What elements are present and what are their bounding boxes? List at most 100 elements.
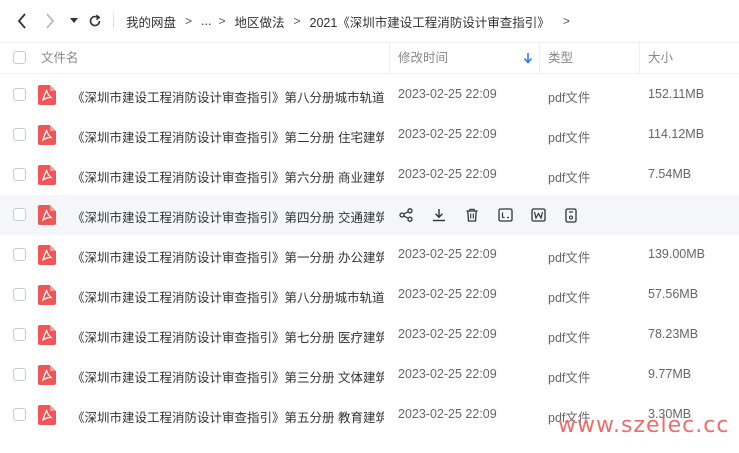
more-file-button[interactable] xyxy=(560,204,582,226)
navigation-bar: 我的网盘 > ... > 地区做法 > 2021《深圳市建设工程消防设计审查指引… xyxy=(0,0,739,42)
arrow-down-icon[interactable] xyxy=(523,52,533,64)
open-word-icon xyxy=(530,208,546,222)
modified-time: 2023-02-25 22:09 xyxy=(398,127,497,141)
column-divider[interactable] xyxy=(639,43,640,73)
file-size: 9.77MB xyxy=(648,367,692,381)
modified-time: 2023-02-25 22:09 xyxy=(398,167,497,181)
pdf-file-icon xyxy=(38,405,56,425)
chevron-left-icon xyxy=(17,13,26,29)
table-row[interactable]: 《深圳市建设工程消防设计审查指引》第六分册 商业建筑... 2023-02-25 … xyxy=(0,155,739,195)
breadcrumb-separator: > xyxy=(218,14,226,28)
modified-time: 2023-02-25 22:09 xyxy=(398,367,497,381)
select-all-checkbox[interactable] xyxy=(13,51,26,64)
column-header-type[interactable]: 类型 xyxy=(548,43,573,73)
file-name[interactable]: 《深圳市建设工程消防设计审查指引》第八分册城市轨道... xyxy=(72,87,384,106)
file-name[interactable]: 《深圳市建设工程消防设计审查指引》第四分册 交通建筑... xyxy=(72,207,384,226)
row-checkbox[interactable] xyxy=(13,368,26,381)
file-size: 152.11MB xyxy=(648,87,705,101)
file-size: 57.56MB xyxy=(648,287,699,301)
share-icon xyxy=(399,208,413,222)
file-size: 139.00MB xyxy=(648,247,705,261)
history-dropdown-button[interactable] xyxy=(64,10,84,32)
breadcrumb-separator: > xyxy=(562,14,570,28)
file-type: pdf文件 xyxy=(548,371,591,385)
pdf-file-icon xyxy=(38,245,56,265)
open-word-button[interactable] xyxy=(527,204,549,226)
breadcrumb-separator: > xyxy=(185,14,193,28)
pdf-file-icon xyxy=(38,325,56,345)
table-row[interactable]: 《深圳市建设工程消防设计审查指引》第八分册城市轨道... 2023-02-25 2… xyxy=(0,75,739,115)
caret-down-icon xyxy=(70,18,78,23)
table-header: 文件名 修改时间 类型 大小 xyxy=(0,42,739,74)
column-divider[interactable] xyxy=(539,43,540,73)
file-type: pdf文件 xyxy=(548,91,591,105)
table-row[interactable]: 《深圳市建设工程消防设计审查指引》第七分册 医疗建筑... 2023-02-25 … xyxy=(0,315,739,355)
file-name[interactable]: 《深圳市建设工程消防设计审查指引》第六分册 商业建筑... xyxy=(72,167,384,186)
pdf-file-icon xyxy=(38,205,56,225)
file-size: 7.54MB xyxy=(648,167,692,181)
delete-icon xyxy=(466,208,478,222)
row-checkbox[interactable] xyxy=(13,408,26,421)
file-name[interactable]: 《深圳市建设工程消防设计审查指引》第二分册 住宅建筑... xyxy=(72,127,384,146)
file-type: pdf文件 xyxy=(548,131,591,145)
file-name[interactable]: 《深圳市建设工程消防设计审查指引》第三分册 文体建筑... xyxy=(72,367,384,386)
modified-time: 2023-02-25 22:09 xyxy=(398,87,497,101)
row-checkbox[interactable] xyxy=(13,128,26,141)
column-header-name[interactable]: 文件名 xyxy=(41,43,79,73)
row-checkbox[interactable] xyxy=(13,288,26,301)
modified-time: 2023-02-25 22:09 xyxy=(398,327,497,341)
breadcrumb-item-home[interactable]: 我的网盘 xyxy=(126,12,176,31)
pdf-file-icon xyxy=(38,285,56,305)
table-row[interactable]: 《深圳市建设工程消防设计审查指引》第四分册 交通建筑... xyxy=(0,195,739,235)
breadcrumb-separator: > xyxy=(293,14,301,28)
open-text-button[interactable] xyxy=(494,204,516,226)
refresh-button[interactable] xyxy=(85,10,105,32)
file-size: 114.12MB xyxy=(648,127,705,141)
file-name[interactable]: 《深圳市建设工程消防设计审查指引》第五分册 教育建筑... xyxy=(72,407,384,426)
modified-time: 2023-02-25 22:09 xyxy=(398,247,497,261)
modified-time: 2023-02-25 22:09 xyxy=(398,287,497,301)
file-type: pdf文件 xyxy=(548,251,591,265)
file-type: pdf文件 xyxy=(548,291,591,305)
row-checkbox[interactable] xyxy=(13,248,26,261)
refresh-icon xyxy=(89,14,101,27)
pdf-file-icon xyxy=(38,365,56,385)
pdf-file-icon xyxy=(38,85,56,105)
pdf-file-icon xyxy=(38,125,56,145)
watermark-text: www.szelec.cc xyxy=(558,413,730,438)
column-header-size[interactable]: 大小 xyxy=(648,43,673,73)
back-button[interactable] xyxy=(12,10,32,32)
file-name[interactable]: 《深圳市建设工程消防设计审查指引》第一分册 办公建筑... xyxy=(72,247,384,266)
chevron-right-icon xyxy=(46,13,55,29)
column-header-modified[interactable]: 修改时间 xyxy=(398,43,448,73)
file-name[interactable]: 《深圳市建设工程消防设计审查指引》第七分册 医疗建筑... xyxy=(72,327,384,346)
share-button[interactable] xyxy=(395,204,417,226)
breadcrumb-item-region[interactable]: 地区做法 xyxy=(234,12,284,31)
row-actions xyxy=(395,204,593,226)
file-name[interactable]: 《深圳市建设工程消防设计审查指引》第八分册城市轨道... xyxy=(72,287,384,306)
table-row[interactable]: 《深圳市建设工程消防设计审查指引》第一分册 办公建筑... 2023-02-25 … xyxy=(0,235,739,275)
nav-divider xyxy=(113,13,114,29)
file-size: 78.23MB xyxy=(648,327,699,341)
forward-button[interactable] xyxy=(40,10,60,32)
file-type: pdf文件 xyxy=(548,331,591,345)
breadcrumb-item-current[interactable]: 2021《深圳市建设工程消防设计审查指引》 xyxy=(310,12,550,31)
open-text-icon xyxy=(497,208,513,222)
table-row[interactable]: 《深圳市建设工程消防设计审查指引》第三分册 文体建筑... 2023-02-25 … xyxy=(0,355,739,395)
row-checkbox[interactable] xyxy=(13,168,26,181)
delete-button[interactable] xyxy=(461,204,483,226)
modified-time: 2023-02-25 22:09 xyxy=(398,407,497,421)
pdf-file-icon xyxy=(38,165,56,185)
more-file-icon xyxy=(565,207,577,223)
download-icon xyxy=(433,209,445,222)
table-row[interactable]: 《深圳市建设工程消防设计审查指引》第二分册 住宅建筑... 2023-02-25 … xyxy=(0,115,739,155)
row-checkbox[interactable] xyxy=(13,208,26,221)
file-type: pdf文件 xyxy=(548,171,591,185)
breadcrumb-item-ellipsis[interactable]: ... xyxy=(201,14,211,28)
breadcrumb: 我的网盘 > ... > 地区做法 > 2021《深圳市建设工程消防设计审查指引… xyxy=(126,12,579,30)
column-divider[interactable] xyxy=(389,43,390,73)
table-row[interactable]: 《深圳市建设工程消防设计审查指引》第八分册城市轨道... 2023-02-25 2… xyxy=(0,275,739,315)
row-checkbox[interactable] xyxy=(13,328,26,341)
download-button[interactable] xyxy=(428,204,450,226)
row-checkbox[interactable] xyxy=(13,88,26,101)
